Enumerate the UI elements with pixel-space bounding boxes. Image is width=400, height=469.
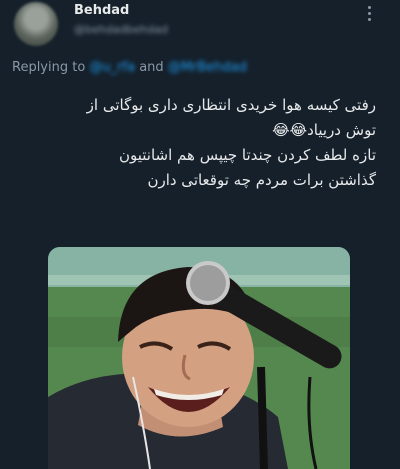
tweet-text-line: توش درییاد😂😂 bbox=[272, 121, 376, 139]
tweet-text-line: رفتی کیسه هوا خریدی انتظاری داری بوگاتی … bbox=[86, 96, 376, 114]
laughing-man-with-microphone-image bbox=[48, 247, 350, 469]
more-vertical-icon[interactable] bbox=[360, 2, 378, 24]
tweet: Behdad @behdadbehdad Replying to @u_rfa … bbox=[0, 0, 400, 469]
replying-to: Replying to @u_rfa and @MrBehdad bbox=[12, 60, 247, 75]
replying-to-conjunction: and bbox=[139, 60, 164, 75]
tweet-text-line: گذاشتن برات مردم چه توقعاتی دارن bbox=[147, 171, 376, 189]
user-handle[interactable]: @behdadbehdad bbox=[74, 23, 168, 36]
tweet-text-line: تازه لطف کردن چندتا چیپس هم اشانتیون bbox=[118, 146, 376, 164]
tweet-media-image[interactable] bbox=[48, 247, 350, 469]
mention-link[interactable]: @u_rfa bbox=[89, 60, 135, 75]
avatar[interactable] bbox=[14, 2, 58, 46]
tweet-text: رفتی کیسه هوا خریدی انتظاری داری بوگاتی … bbox=[36, 93, 376, 193]
display-name[interactable]: Behdad bbox=[74, 3, 129, 18]
mention-link[interactable]: @MrBehdad bbox=[168, 60, 247, 75]
replying-to-label: Replying to bbox=[12, 60, 86, 75]
